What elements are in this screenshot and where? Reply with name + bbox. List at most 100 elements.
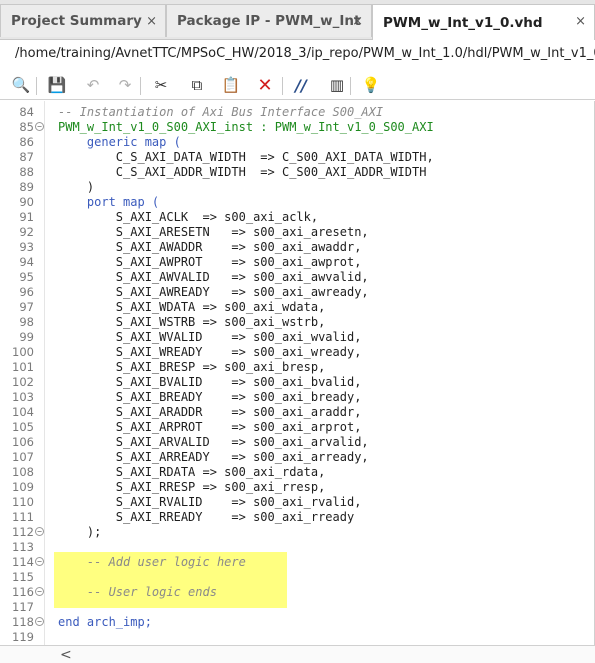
- code-editor[interactable]: 84 -- Instantiation of Axi Bus Interface …: [0, 101, 595, 645]
- copy-icon[interactable]: ⧉: [186, 74, 208, 96]
- horizontal-scrollbar[interactable]: <: [0, 645, 595, 663]
- code-line: 111 S_AXI_RREADY => s00_axi_rready: [0, 510, 595, 525]
- cut-icon[interactable]: ✂: [150, 74, 172, 96]
- save-icon[interactable]: 💾: [46, 74, 68, 96]
- close-icon[interactable]: ×: [146, 14, 157, 29]
- fold-toggle-icon[interactable]: −: [35, 557, 44, 566]
- code-text: S_AXI_WSTRB => s00_axi_wstrb,: [58, 315, 326, 329]
- code-text: S_AXI_ARESETN => s00_axi_aresetn,: [58, 225, 369, 239]
- code-text: S_AXI_BREADY => s00_axi_bready,: [58, 390, 362, 404]
- line-number: 108: [12, 465, 34, 479]
- line-number: 109: [12, 480, 34, 494]
- code-text: S_AXI_ACLK => s00_axi_aclk,: [58, 210, 319, 224]
- undo-icon[interactable]: ↶: [82, 74, 104, 96]
- code-line: 117: [0, 600, 595, 615]
- code-line: 97 S_AXI_WDATA => s00_axi_wdata,: [0, 300, 595, 315]
- tab-package-ip[interactable]: Package IP - PWM_w_Int ×: [166, 4, 372, 37]
- code-line: 89 ): [0, 180, 595, 195]
- code-line: 86 generic map (: [0, 135, 595, 150]
- line-number: 112: [12, 525, 34, 539]
- code-text: S_AXI_RDATA => s00_axi_rdata,: [58, 465, 326, 479]
- line-number: 116: [12, 585, 34, 599]
- code-line: 118− end arch_imp;: [0, 615, 595, 630]
- code-text: -- Instantiation of Axi Bus Interface S0…: [58, 105, 384, 119]
- fold-toggle-icon[interactable]: −: [35, 587, 44, 596]
- code-line: 112− );: [0, 525, 595, 540]
- search-icon[interactable]: 🔍: [10, 74, 32, 96]
- line-number: 84: [19, 105, 34, 119]
- code-text: ): [58, 180, 95, 194]
- line-number: 96: [19, 285, 34, 299]
- code-text: S_AXI_AWADDR => s00_axi_awaddr,: [58, 240, 362, 254]
- close-icon[interactable]: ×: [352, 14, 363, 29]
- code-line: 114− -- Add user logic here: [0, 555, 595, 570]
- line-number: 99: [19, 330, 34, 344]
- redo-icon[interactable]: ↷: [114, 74, 136, 96]
- toolbar-separator: [140, 77, 141, 95]
- line-number: 113: [12, 540, 34, 554]
- code-text: S_AXI_ARVALID => s00_axi_arvalid,: [58, 435, 369, 449]
- line-number: 93: [19, 240, 34, 254]
- code-line: 106 S_AXI_ARVALID => s00_axi_arvalid,: [0, 435, 595, 450]
- code-text: S_AXI_RREADY => s00_axi_rready: [58, 510, 355, 524]
- line-number: 117: [12, 600, 34, 614]
- line-number: 91: [19, 210, 34, 224]
- fold-toggle-icon[interactable]: −: [35, 527, 44, 536]
- code-line: 104 S_AXI_ARADDR => s00_axi_araddr,: [0, 405, 595, 420]
- line-number: 86: [19, 135, 34, 149]
- code-line: 88 C_S_AXI_ADDR_WIDTH => C_S00_AXI_ADDR_…: [0, 165, 595, 180]
- code-text: S_AXI_BVALID => s00_axi_bvalid,: [58, 375, 362, 389]
- code-text: S_AXI_AWPROT => s00_axi_awprot,: [58, 255, 362, 269]
- fold-toggle-icon[interactable]: −: [35, 122, 44, 131]
- comment-toggle-icon[interactable]: //: [290, 74, 312, 96]
- line-number: 92: [19, 225, 34, 239]
- tab-label: PWM_w_Int_v1_0.vhd: [383, 14, 543, 31]
- fold-toggle-icon[interactable]: −: [35, 617, 44, 626]
- code-line: 96 S_AXI_AWREADY => s00_axi_awready,: [0, 285, 595, 300]
- code-text: S_AXI_ARADDR => s00_axi_araddr,: [58, 405, 362, 419]
- code-line: 92 S_AXI_ARESETN => s00_axi_aresetn,: [0, 225, 595, 240]
- scroll-left-icon[interactable]: <: [60, 647, 72, 663]
- delete-icon[interactable]: ✕: [254, 74, 276, 96]
- paste-icon[interactable]: 📋: [220, 74, 242, 96]
- tab-pwm-vhd[interactable]: PWM_w_Int_v1_0.vhd ×: [372, 4, 595, 40]
- line-number: 104: [12, 405, 34, 419]
- line-number: 85: [19, 120, 34, 134]
- line-number: 94: [19, 255, 34, 269]
- code-line: 108 S_AXI_RDATA => s00_axi_rdata,: [0, 465, 595, 480]
- tab-project-summary[interactable]: Project Summary ×: [0, 4, 166, 37]
- code-line: 116− -- User logic ends: [0, 585, 595, 600]
- line-number: 101: [12, 360, 34, 374]
- code-line: 99 S_AXI_WVALID => s00_axi_wvalid,: [0, 330, 595, 345]
- toolbar-separator: [282, 77, 283, 95]
- code-text: S_AXI_RVALID => s00_axi_rvalid,: [58, 495, 362, 509]
- code-line: 95 S_AXI_AWVALID => s00_axi_awvalid,: [0, 270, 595, 285]
- code-text: end arch_imp;: [58, 615, 152, 629]
- line-number: 115: [12, 570, 34, 584]
- code-line: 85− PWM_w_Int_v1_0_S00_AXI_inst : PWM_w_I…: [0, 120, 595, 135]
- line-number: 98: [19, 315, 34, 329]
- line-number: 103: [12, 390, 34, 404]
- code-text: S_AXI_RRESP => s00_axi_rresp,: [58, 480, 326, 494]
- line-number: 110: [12, 495, 34, 509]
- line-number: 100: [12, 345, 34, 359]
- code-text: S_AXI_AWVALID => s00_axi_awvalid,: [58, 270, 369, 284]
- close-icon[interactable]: ×: [575, 14, 586, 29]
- line-number: 89: [19, 180, 34, 194]
- code-line: 100 S_AXI_WREADY => s00_axi_wready,: [0, 345, 595, 360]
- code-line: 94 S_AXI_AWPROT => s00_axi_awprot,: [0, 255, 595, 270]
- line-number: 107: [12, 450, 34, 464]
- code-text: S_AXI_BRESP => s00_axi_bresp,: [58, 360, 326, 374]
- code-line: 115: [0, 570, 595, 585]
- code-text: C_S_AXI_ADDR_WIDTH => C_S00_AXI_ADDR_WID…: [58, 165, 427, 179]
- code-line: 93 S_AXI_AWADDR => s00_axi_awaddr,: [0, 240, 595, 255]
- code-line: 107 S_AXI_ARREADY => s00_axi_arready,: [0, 450, 595, 465]
- code-text: generic map (: [58, 135, 181, 149]
- code-text: S_AXI_ARPROT => s00_axi_arprot,: [58, 420, 362, 434]
- line-number: 87: [19, 150, 34, 164]
- line-number: 106: [12, 435, 34, 449]
- code-text: S_AXI_WDATA => s00_axi_wdata,: [58, 300, 326, 314]
- insert-template-icon[interactable]: ▥: [326, 74, 348, 96]
- lightbulb-icon[interactable]: 💡: [360, 74, 382, 96]
- code-text: S_AXI_AWREADY => s00_axi_awready,: [58, 285, 369, 299]
